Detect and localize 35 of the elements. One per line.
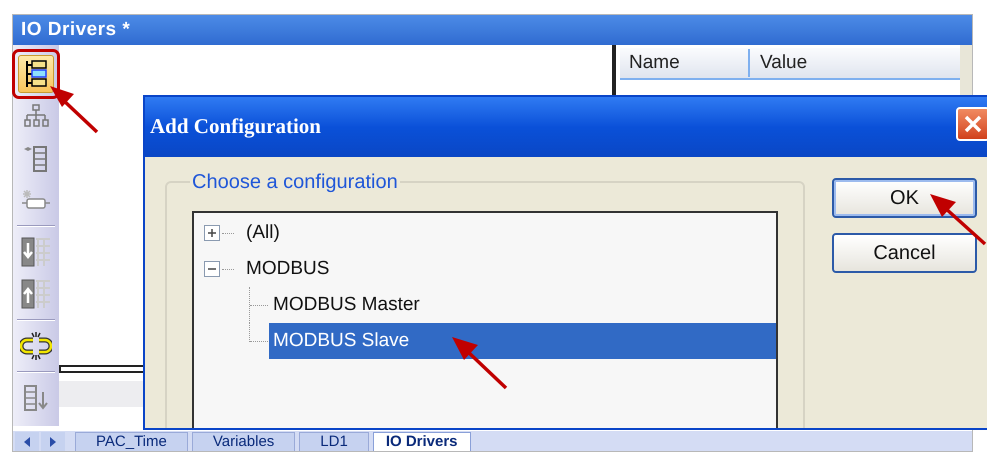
- tab[interactable]: PAC_Time: [75, 432, 188, 451]
- annotation-arrow: [452, 337, 508, 390]
- list-icon: [23, 144, 49, 172]
- export-icon: [20, 278, 52, 310]
- expander-toggle[interactable]: [204, 225, 220, 241]
- plus-icon: [207, 228, 217, 238]
- group-label: Choose a configuration: [191, 170, 399, 195]
- chain-link-icon: [20, 331, 52, 361]
- arrow-left-icon: [22, 436, 32, 448]
- dialog-button[interactable]: OK: [832, 178, 977, 218]
- annotation-arrow: [930, 194, 986, 246]
- close-button[interactable]: [956, 107, 987, 141]
- tree-item[interactable]: (All): [242, 215, 284, 251]
- tab[interactable]: IO Drivers: [372, 432, 471, 451]
- scroll-left-button[interactable]: [15, 432, 39, 451]
- column-header[interactable]: Value: [750, 48, 808, 78]
- toolbar-button[interactable]: [18, 55, 54, 93]
- tree-icon: [23, 59, 49, 89]
- arrow-right-icon: [48, 436, 58, 448]
- dialog-title: Add Configuration: [150, 113, 321, 140]
- column-header[interactable]: Name: [620, 48, 750, 78]
- tree-item[interactable]: MODBUS Master: [269, 287, 424, 323]
- close-icon: [963, 114, 983, 134]
- sort-icon: [22, 384, 50, 412]
- scroll-right-button[interactable]: [41, 432, 65, 451]
- tab[interactable]: LD1: [299, 432, 369, 451]
- tree-item[interactable]: MODBUS Slave: [269, 323, 776, 359]
- network-icon: [23, 103, 49, 129]
- expander-toggle[interactable]: [204, 261, 220, 277]
- device-icon: [21, 188, 51, 212]
- tree-item[interactable]: MODBUS: [242, 251, 334, 287]
- import-icon: [20, 236, 52, 268]
- window-title: IO Drivers *: [21, 18, 130, 42]
- dialog-button[interactable]: Cancel: [832, 233, 977, 273]
- tab[interactable]: Variables: [192, 432, 296, 451]
